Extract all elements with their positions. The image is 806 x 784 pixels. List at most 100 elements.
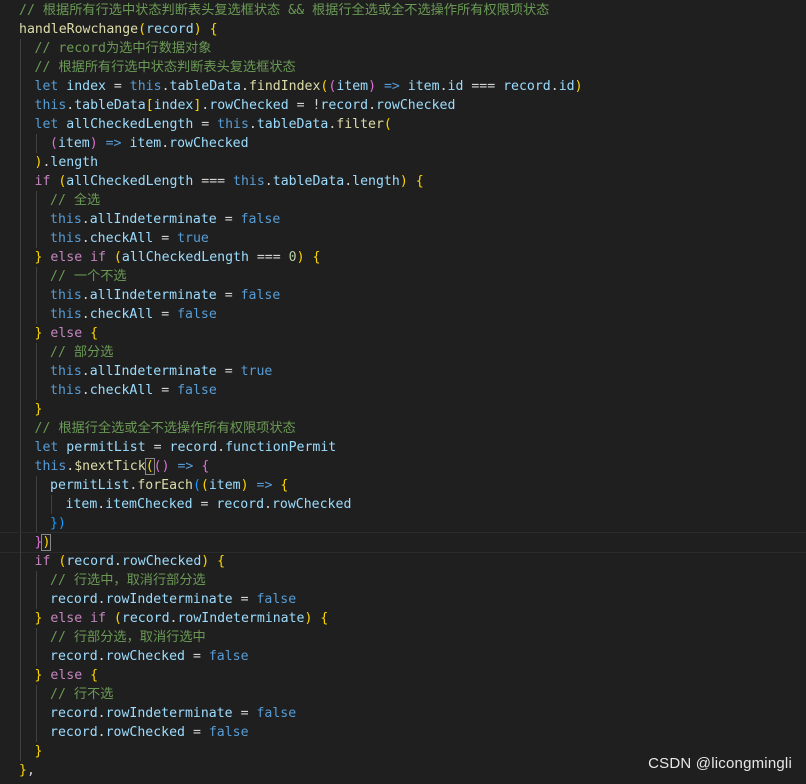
code-line[interactable]: } else { [0,666,806,685]
code-line[interactable]: this.checkAll = true [0,229,806,248]
code-token: . [161,136,170,151]
code-token: // 行不选 [50,687,114,702]
code-token: ) { [201,554,226,569]
code-token: . [368,98,377,113]
code-text: let permitList = record.functionPermit [35,438,337,457]
code-line[interactable]: this.allIndeterminate = false [0,286,806,305]
indent-guide [20,666,21,685]
code-line[interactable]: record.rowIndeterminate = false [0,704,806,723]
code-text: if (allCheckedLength === this.tableData.… [35,172,424,191]
code-text: record.rowChecked = false [50,647,249,666]
code-line[interactable]: this.allIndeterminate = true [0,362,806,381]
code-token: ) { [193,22,218,37]
code-token: permitList [50,478,130,493]
code-token: => [376,79,408,94]
bracket-match-token: ) [41,534,52,551]
indent-guide [20,723,21,742]
indent-guide [35,362,37,381]
code-text: } else if (record.rowIndeterminate) { [35,609,329,628]
code-line[interactable]: handleRowchange(record) { [0,20,806,39]
code-token: ( [383,117,392,132]
code-text: let index = this.tableData.findIndex((it… [35,77,583,96]
indent-guide [20,419,21,438]
code-line[interactable]: if (record.rowChecked) { [0,552,806,571]
code-token: . [97,592,106,607]
indent-guide [20,457,21,476]
code-line[interactable]: record.rowChecked = false [0,723,806,742]
code-token: record [50,649,98,664]
code-line[interactable]: this.allIndeterminate = false [0,210,806,229]
code-line[interactable]: // 行不选 [0,685,806,704]
code-line[interactable]: item.itemChecked = record.rowChecked [0,495,806,514]
code-token: { [280,478,289,493]
code-line[interactable]: permitList.forEach((item) => { [0,476,806,495]
code-line[interactable]: // 部分选 [0,343,806,362]
code-line[interactable]: // 一个不选 [0,267,806,286]
code-line[interactable]: } [0,400,806,419]
code-token: = ! [288,98,321,113]
code-line[interactable]: this.$nextTick(() => { [0,457,806,476]
code-line[interactable]: (item) => item.rowChecked [0,134,806,153]
code-line[interactable]: // 根据行全选或全不选操作所有权限项状态 [0,419,806,438]
code-token: . [97,725,106,740]
code-token: . [264,174,273,189]
code-line[interactable]: } else { [0,324,806,343]
indent-guide [35,267,37,286]
indent-guide [20,58,21,77]
code-token: => [97,136,130,151]
code-text: // record为选中行数据对象 [35,39,212,58]
code-line[interactable]: } else if (allCheckedLength === 0) { [0,248,806,267]
code-token: } [34,402,43,417]
code-text: this.checkAll = false [50,381,217,400]
code-token: ( [200,478,209,493]
indent-guide [20,210,21,229]
code-line[interactable]: this.tableData[index].rowChecked = !reco… [0,96,806,115]
code-token: . [81,364,90,379]
code-token: } [34,611,51,626]
code-editor[interactable]: // 根据所有行选中状态判断表头复选框状态 && 根据行全选或全不选操作所有权限… [0,0,806,784]
code-text: this.allIndeterminate = true [50,362,272,381]
code-line[interactable]: // 全选 [0,191,806,210]
code-line[interactable]: }) [0,514,806,533]
code-line[interactable]: // 根据所有行选中状态判断表头复选框状态 [0,58,806,77]
code-token: tableData [256,117,329,132]
code-line[interactable]: }) [0,532,806,553]
code-text: ).length [35,153,99,172]
code-token: rowIndeterminate [105,592,233,607]
code-token: } [34,744,43,759]
code-token: else [50,326,91,341]
code-line[interactable]: this.checkAll = false [0,305,806,324]
code-line[interactable]: let allCheckedLength = this.tableData.fi… [0,115,806,134]
code-line[interactable]: // 行选中，取消行部分选 [0,571,806,590]
code-token: if [34,174,59,189]
indent-guide [20,134,21,153]
code-text: this.$nextTick(() => { [35,457,209,476]
code-token: record [50,592,98,607]
code-line[interactable]: let index = this.tableData.findIndex((it… [0,77,806,96]
code-line[interactable]: ).length [0,153,806,172]
code-token: false [240,288,281,303]
code-line[interactable]: // record为选中行数据对象 [0,39,806,58]
code-token: } [34,668,51,683]
code-token: // 根据行全选或全不选操作所有权限项状态 [34,421,296,436]
indent-guide [20,248,21,267]
code-line[interactable]: // 行部分选，取消行选中 [0,628,806,647]
code-line[interactable]: record.rowChecked = false [0,647,806,666]
code-token: allIndeterminate [89,364,217,379]
code-token: id [558,79,575,94]
code-token: item [336,79,369,94]
indent-guide [20,172,21,191]
code-line[interactable]: let permitList = record.functionPermit [0,438,806,457]
code-text: // 行部分选，取消行选中 [50,628,206,647]
code-line[interactable]: if (allCheckedLength === this.tableData.… [0,172,806,191]
code-token: . [81,231,90,246]
code-token: // record为选中行数据对象 [34,41,212,56]
code-token: ) [89,136,98,151]
code-text: // 部分选 [50,343,113,362]
code-line[interactable]: record.rowIndeterminate = false [0,590,806,609]
code-token: record [66,554,114,569]
code-line[interactable]: // 根据所有行选中状态判断表头复选框状态 && 根据行全选或全不选操作所有权限… [0,1,806,20]
code-line[interactable]: this.checkAll = false [0,381,806,400]
code-token: record [320,98,369,113]
code-line[interactable]: } else if (record.rowIndeterminate) { [0,609,806,628]
